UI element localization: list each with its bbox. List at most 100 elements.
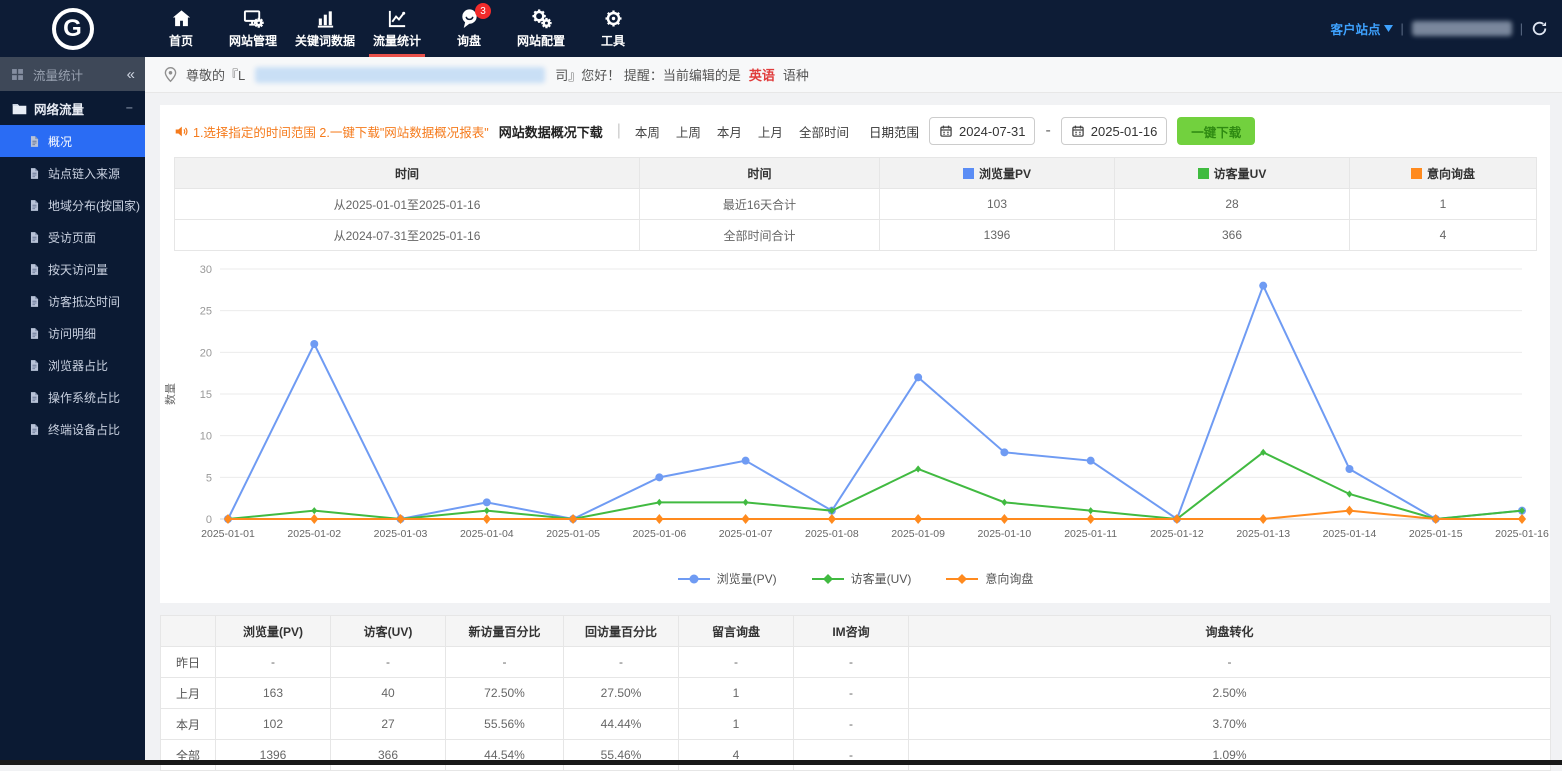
- detail-cell: 102: [216, 709, 331, 740]
- refresh-icon[interactable]: [1531, 20, 1548, 37]
- quick-link-本周[interactable]: 本周: [635, 122, 660, 141]
- detail-col-header: 浏览量(PV): [216, 616, 331, 647]
- legend-item-意向询盘[interactable]: 意向询盘: [945, 570, 1033, 587]
- quick-link-全部时间[interactable]: 全部时间: [799, 122, 849, 141]
- detail-cell: 2.50%: [909, 678, 1551, 709]
- data-point[interactable]: [742, 457, 750, 465]
- sidebar-item-按天访问量[interactable]: 按天访问量: [0, 253, 145, 285]
- data-point[interactable]: [743, 499, 749, 506]
- one-click-download-button[interactable]: 一键下载: [1177, 117, 1255, 145]
- nav-item-网站配置[interactable]: 网站配置: [505, 0, 577, 57]
- data-point[interactable]: [483, 514, 491, 524]
- date-to-input[interactable]: 2025-01-16: [1061, 117, 1168, 145]
- data-point[interactable]: [742, 514, 750, 524]
- data-point[interactable]: [1173, 514, 1181, 524]
- data-point[interactable]: [1000, 514, 1008, 524]
- nav-item-流量统计[interactable]: 流量统计: [361, 0, 433, 57]
- data-point[interactable]: [311, 507, 317, 514]
- top-navbar: G 首页网站管理关键词数据流量统计询盘3网站配置工具 客户站点 | |: [0, 0, 1562, 57]
- detail-cell: 55.46%: [564, 740, 679, 771]
- detail-cell: -: [446, 647, 564, 678]
- detail-cell: -: [564, 647, 679, 678]
- detail-cell: 366: [331, 740, 446, 771]
- nav-item-label: 关键词数据: [295, 32, 355, 49]
- data-point[interactable]: [655, 473, 663, 481]
- data-point[interactable]: [1518, 514, 1526, 524]
- sidebar-item-操作系统占比[interactable]: 操作系统占比: [0, 381, 145, 413]
- x-tick-label: 2025-01-02: [287, 528, 341, 540]
- line-chart[interactable]: 051015202530数量2025-01-012025-01-022025-0…: [160, 259, 1550, 559]
- collapse-sidebar-icon[interactable]: «: [127, 66, 135, 83]
- quick-range-links: 本周上周本月上月全部时间: [635, 122, 849, 141]
- data-point[interactable]: [1432, 514, 1440, 524]
- sidebar-item-访问明细[interactable]: 访问明细: [0, 317, 145, 349]
- data-point[interactable]: [1000, 448, 1008, 456]
- y-tick-label: 0: [206, 514, 212, 526]
- sidebar-item-浏览器占比[interactable]: 浏览器占比: [0, 349, 145, 381]
- data-point[interactable]: [1345, 506, 1353, 516]
- data-point[interactable]: [1087, 514, 1095, 524]
- legend-item-浏览量(PV)[interactable]: 浏览量(PV): [677, 570, 777, 587]
- nav-item-首页[interactable]: 首页: [145, 0, 217, 57]
- data-point[interactable]: [483, 498, 491, 506]
- nav-item-关键词数据[interactable]: 关键词数据: [289, 0, 361, 57]
- data-point[interactable]: [914, 373, 922, 381]
- data-point[interactable]: [569, 514, 577, 524]
- data-point[interactable]: [1345, 465, 1353, 473]
- date-from-value: 2024-07-31: [959, 124, 1026, 139]
- summary-cell: 最近16天合计: [640, 189, 880, 220]
- detail-cell: -: [331, 647, 446, 678]
- detail-table-row: 全部139636644.54%55.46%4-1.09%: [161, 740, 1551, 771]
- app-logo[interactable]: G: [0, 8, 145, 50]
- sidebar-item-地域分布(按国家)[interactable]: 地域分布(按国家): [0, 189, 145, 221]
- data-point[interactable]: [656, 499, 662, 506]
- sidebar-item-站点链入来源[interactable]: 站点链入来源: [0, 157, 145, 189]
- date-from-input[interactable]: 2024-07-31: [929, 117, 1036, 145]
- detail-table-row: 昨日-------: [161, 647, 1551, 678]
- sidebar-items: 概况站点链入来源地域分布(按国家)受访页面按天访问量访客抵达时间访问明细浏览器占…: [0, 125, 145, 445]
- legend-label: 访客量(UV): [851, 570, 912, 587]
- detail-col-header: IM咨询: [794, 616, 909, 647]
- nav-item-询盘[interactable]: 询盘3: [433, 0, 505, 57]
- sidebar-item-访客抵达时间[interactable]: 访客抵达时间: [0, 285, 145, 317]
- main-menu: 首页网站管理关键词数据流量统计询盘3网站配置工具: [145, 0, 649, 57]
- data-point[interactable]: [914, 514, 922, 524]
- data-point[interactable]: [396, 514, 404, 524]
- legend-item-访客量(UV)[interactable]: 访客量(UV): [811, 570, 912, 587]
- data-point[interactable]: [1001, 499, 1007, 506]
- sidebar-item-label: 站点链入来源: [48, 165, 120, 182]
- quick-link-本月[interactable]: 本月: [717, 122, 742, 141]
- data-point[interactable]: [915, 465, 921, 472]
- sidebar-item-概况[interactable]: 概况: [0, 125, 145, 157]
- data-point[interactable]: [310, 514, 318, 524]
- navbar-right: 客户站点 | |: [1330, 19, 1562, 38]
- data-point[interactable]: [1088, 507, 1094, 514]
- data-point[interactable]: [1087, 457, 1095, 465]
- data-point[interactable]: [1347, 490, 1353, 497]
- nav-item-网站管理[interactable]: 网站管理: [217, 0, 289, 57]
- nav-item-工具[interactable]: 工具: [577, 0, 649, 57]
- site-manage-icon: [243, 8, 264, 29]
- sidebar-item-终端设备占比[interactable]: 终端设备占比: [0, 413, 145, 445]
- file-icon: [28, 231, 41, 244]
- quick-link-上月[interactable]: 上月: [758, 122, 783, 141]
- company-name-redacted: [255, 67, 545, 83]
- data-point[interactable]: [310, 340, 318, 348]
- data-point[interactable]: [828, 514, 836, 524]
- detail-col-header: 新访量百分比: [446, 616, 564, 647]
- data-point[interactable]: [1259, 514, 1267, 524]
- customer-site-dropdown[interactable]: 客户站点: [1330, 19, 1392, 38]
- data-point[interactable]: [1259, 282, 1267, 290]
- greeting-text-suffix: 司』您好！ 提醒：当前编辑的是: [555, 65, 741, 84]
- download-tip-text: 1.选择指定的时间范围 2.一键下载"网站数据概况报表": [193, 122, 489, 141]
- sidebar-item-label: 访问明细: [48, 325, 96, 342]
- data-point[interactable]: [484, 507, 490, 514]
- quick-link-上周[interactable]: 上周: [676, 122, 701, 141]
- sidebar-item-受访页面[interactable]: 受访页面: [0, 221, 145, 253]
- data-point[interactable]: [224, 514, 232, 524]
- data-point[interactable]: [655, 514, 663, 524]
- legend-marker: [677, 573, 711, 585]
- collapse-group-icon[interactable]: −: [126, 101, 133, 115]
- sidebar-group-network-traffic[interactable]: 网络流量 −: [0, 91, 145, 125]
- detail-cell: -: [679, 647, 794, 678]
